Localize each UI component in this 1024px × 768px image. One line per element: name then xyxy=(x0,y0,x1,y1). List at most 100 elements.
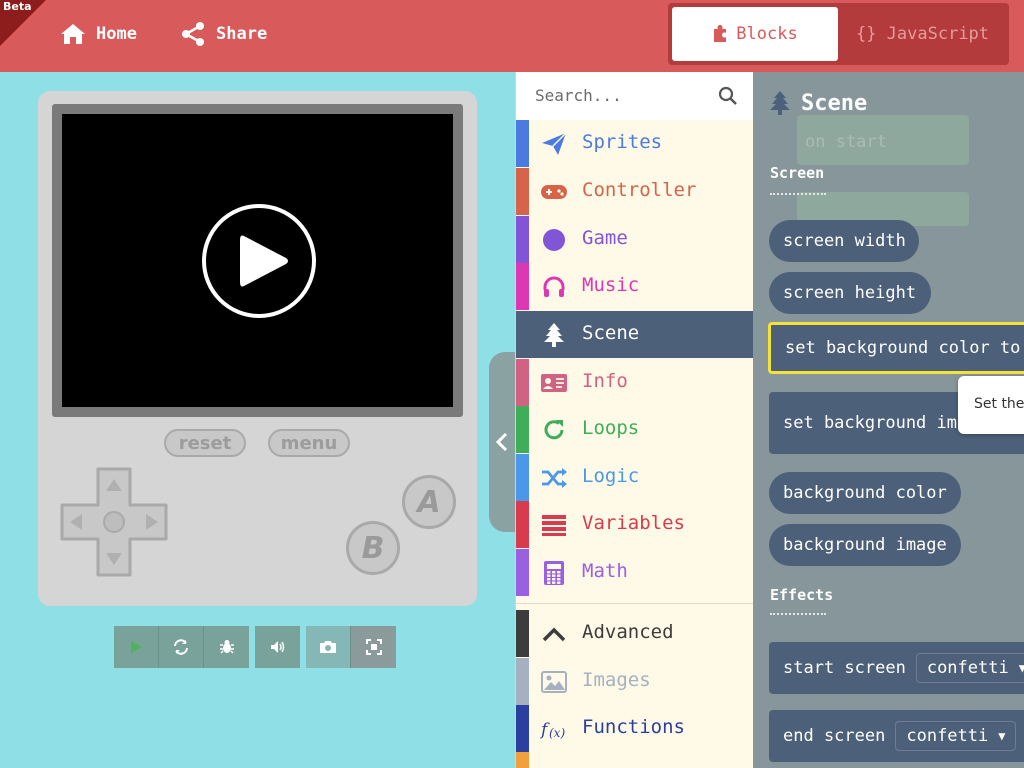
category-scene[interactable]: Scene xyxy=(516,311,754,358)
share-icon xyxy=(182,22,204,46)
category-label: Controller xyxy=(582,179,697,201)
share-label: Share xyxy=(216,24,268,44)
section-screen-underline xyxy=(770,193,826,195)
calculator-icon xyxy=(540,560,568,586)
a-button[interactable]: A xyxy=(402,475,456,529)
game-screen[interactable] xyxy=(62,114,453,407)
home-label: Home xyxy=(96,24,137,44)
shuffle-icon xyxy=(540,465,568,491)
home-icon xyxy=(61,24,85,44)
reset-button[interactable]: reset xyxy=(164,429,246,457)
blocks-tab[interactable]: Blocks xyxy=(672,7,838,61)
start-screen-effect-block[interactable]: start screen confetti ▼ xyxy=(769,642,1024,694)
id-card-icon xyxy=(540,370,568,396)
top-header: Beta Home Share Blocks {} JavaScript xyxy=(0,0,1024,72)
category-label: Images xyxy=(582,669,651,691)
category-color-bar xyxy=(516,120,529,167)
category-color-bar xyxy=(516,705,529,752)
blocks-flyout: on start Scene Screen screen width scree… xyxy=(753,72,1024,768)
category-variables[interactable]: Variables xyxy=(516,501,754,548)
category-loops[interactable]: Loops xyxy=(516,406,754,453)
end-screen-effect-block[interactable]: end screen confetti ▼ xyxy=(769,710,1024,762)
play-button[interactable] xyxy=(202,204,316,318)
fullscreen-button[interactable] xyxy=(351,626,396,668)
start-screen-label: start screen xyxy=(783,658,906,678)
category-color-bar xyxy=(516,501,529,548)
category-color-bar xyxy=(516,359,529,406)
share-button[interactable]: Share xyxy=(180,20,267,48)
category-color-bar xyxy=(516,549,529,596)
category-color-bar xyxy=(516,311,529,358)
on-start-ghost-label: on start xyxy=(805,132,887,152)
category-label: Functions xyxy=(582,716,685,738)
category-info[interactable]: Info xyxy=(516,359,754,406)
b-button[interactable]: B xyxy=(346,521,400,575)
category-color-bar xyxy=(516,263,529,310)
refresh-icon xyxy=(174,639,188,655)
category-label: Loops xyxy=(582,417,640,439)
screenshot-button[interactable] xyxy=(306,626,351,668)
search-icon[interactable] xyxy=(718,86,738,106)
category-images[interactable]: Images xyxy=(516,658,754,705)
bug-icon xyxy=(219,640,234,654)
category-math[interactable]: Math xyxy=(516,549,754,596)
category-label: Variables xyxy=(582,512,685,534)
start-effect-value: confetti xyxy=(926,658,1009,678)
category-functions[interactable]: f (x) Functions xyxy=(516,705,754,752)
background-image-block[interactable]: background image xyxy=(769,524,961,566)
function-icon: f (x) xyxy=(540,716,568,742)
category-sprites[interactable]: Sprites xyxy=(516,120,754,167)
block-tooltip: Set the xyxy=(958,376,1024,434)
background-color-block[interactable]: background color xyxy=(769,472,961,514)
debug-button[interactable] xyxy=(204,626,249,668)
category-music[interactable]: Music xyxy=(516,263,754,310)
search-box[interactable]: Search... xyxy=(516,72,754,120)
end-screen-label: end screen xyxy=(783,726,886,746)
tree-icon xyxy=(770,91,790,115)
dpad[interactable] xyxy=(60,467,168,577)
mute-button[interactable] xyxy=(255,626,300,668)
audio-controls xyxy=(255,626,300,668)
tree-icon xyxy=(540,322,568,348)
end-effect-dropdown[interactable]: confetti ▼ xyxy=(895,721,1017,751)
category-color-bar xyxy=(516,406,529,453)
gamepad-icon xyxy=(540,179,568,205)
circle-icon xyxy=(540,227,568,253)
section-effects: Effects xyxy=(770,586,834,604)
list-icon xyxy=(540,512,568,538)
refresh-icon xyxy=(540,417,568,443)
caret-down-icon: ▼ xyxy=(998,729,1006,743)
category-color-bar xyxy=(516,658,529,705)
category-label: Info xyxy=(582,370,628,392)
category-color-bar xyxy=(516,216,529,263)
category-label: Scene xyxy=(582,322,640,344)
flyout-title: Scene xyxy=(769,90,867,116)
category-game[interactable]: Game xyxy=(516,216,754,263)
category-label: Advanced xyxy=(582,621,674,643)
category-controller[interactable]: Controller xyxy=(516,168,754,215)
toolbox-separator xyxy=(516,603,754,604)
screen-width-block[interactable]: screen width xyxy=(769,220,919,262)
set-background-color-block[interactable]: set background color to xyxy=(768,322,1024,374)
end-effect-value: confetti xyxy=(906,726,989,746)
home-button[interactable]: Home xyxy=(60,20,137,48)
fullscreen-icon xyxy=(365,639,382,655)
restart-button[interactable] xyxy=(159,626,204,668)
caret-down-icon: ▼ xyxy=(1018,661,1024,675)
category-color-bar xyxy=(516,610,529,657)
screen-height-block[interactable]: screen height xyxy=(769,272,931,314)
search-input[interactable]: Search... xyxy=(535,86,622,105)
section-effects-underline xyxy=(770,613,826,615)
category-logic[interactable]: Logic xyxy=(516,454,754,501)
beta-label: Beta xyxy=(3,0,32,13)
category-label: Math xyxy=(582,560,628,582)
category-label: Music xyxy=(582,274,640,296)
category-advanced[interactable]: Advanced xyxy=(516,610,754,657)
blocks-tab-label: Blocks xyxy=(736,24,798,44)
chevron-left-icon xyxy=(495,432,508,452)
javascript-tab[interactable]: {} JavaScript xyxy=(840,7,1005,61)
run-button[interactable] xyxy=(114,626,159,668)
start-effect-dropdown[interactable]: confetti ▼ xyxy=(915,653,1024,683)
menu-button[interactable]: menu xyxy=(268,429,350,457)
toolbox: Search... Sprites Controller Game Music Scen… xyxy=(515,72,754,768)
